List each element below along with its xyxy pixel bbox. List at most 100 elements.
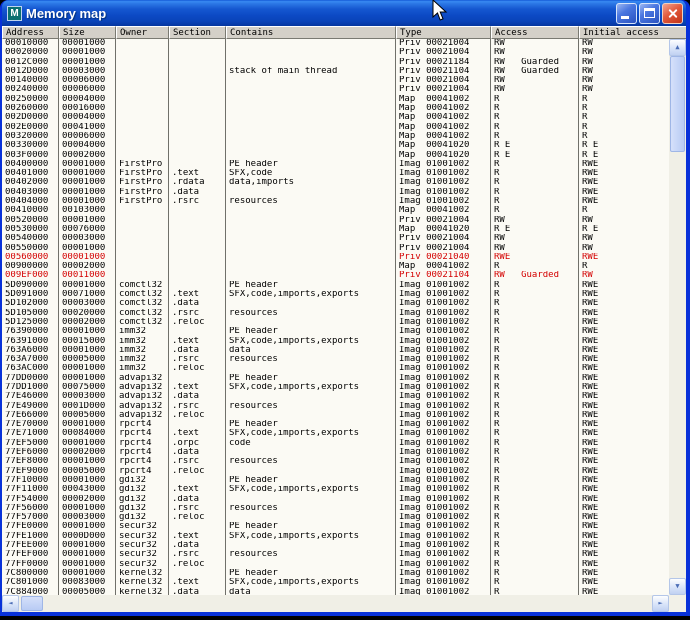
horizontal-scroll-thumb[interactable]	[21, 596, 43, 611]
table-row[interactable]: 763A700000005000imm32.rsrcresourcesImag …	[2, 355, 669, 364]
vertical-scrollbar[interactable]: ▲ ▼	[669, 39, 686, 595]
table-row[interactable]: 0032000000006000Map 00041002RR	[2, 132, 669, 141]
horizontal-scrollbar[interactable]: ◄ ►	[2, 595, 669, 612]
table-row[interactable]: 009EF00000011000Priv 00021104RW GuardedR…	[2, 271, 669, 280]
minimize-button[interactable]	[616, 3, 637, 24]
scroll-right-icon[interactable]: ►	[652, 595, 669, 612]
cell-initial: R E	[579, 151, 669, 160]
table-row[interactable]: 77FEF00000001000secur32.rsrcresourcesIma…	[2, 550, 669, 559]
table-row[interactable]: 7639100000015000imm32.textSFX,code,impor…	[2, 337, 669, 346]
column-header-initial[interactable]: Initial access	[579, 26, 686, 39]
table-row[interactable]: 77FE10000000D000secur32.textSFX,code,imp…	[2, 532, 669, 541]
table-row[interactable]: 77EF900000005000rpcrt4.relocImag 0100100…	[2, 467, 669, 476]
cell-section	[169, 216, 226, 225]
table-row[interactable]: 77E7000000001000rpcrt4PE headerImag 0100…	[2, 420, 669, 429]
cell-owner	[116, 58, 169, 67]
table-row[interactable]: 0053000000076000Map 00041020R ER E	[2, 225, 669, 234]
table-row[interactable]: 0002000000001000Priv 00021004RWRW	[2, 48, 669, 57]
table-row[interactable]: 003F000000002000Map 00041020R ER E	[2, 151, 669, 160]
title-bar[interactable]: M Memory map	[2, 0, 686, 26]
table-row[interactable]: 77EF800000001000rpcrt4.rsrcresourcesImag…	[2, 457, 669, 466]
table-row[interactable]: 77F5700000003000gdi32.relocImag 01001002…	[2, 513, 669, 522]
column-header-access[interactable]: Access	[491, 26, 579, 39]
table-row[interactable]: 77E490000001D000advapi32.rsrcresourcesIm…	[2, 402, 669, 411]
cell-size: 00041000	[59, 123, 116, 132]
table-row[interactable]: 763A600000001000imm32.datadataImag 01001…	[2, 346, 669, 355]
table-row[interactable]: 0026000000016000Map 00041002RR	[2, 104, 669, 113]
table-row[interactable]: 0025000000004000Map 00041002RR	[2, 95, 669, 104]
table-row[interactable]: 7C80100000083000kernel32.textSFX,code,im…	[2, 578, 669, 587]
table-row[interactable]: 77E4600000003000advapi32.dataImag 010010…	[2, 392, 669, 401]
maximize-button[interactable]	[639, 3, 660, 24]
table-row[interactable]: 7C80000000001000kernel32PE headerImag 01…	[2, 569, 669, 578]
table-row[interactable]: 0014000000006000Priv 00021004RWRW	[2, 76, 669, 85]
cell-type: Map 00041002	[396, 262, 491, 271]
cell-address: 77E49000	[2, 402, 59, 411]
scroll-left-icon[interactable]: ◄	[2, 595, 19, 612]
table-row[interactable]: 0041000000103000Map 00041002RR	[2, 206, 669, 215]
table-row[interactable]: 0055000000001000Priv 00021004RWRW	[2, 244, 669, 253]
table-row[interactable]: 763AC00000001000imm32.relocImag 01001002…	[2, 364, 669, 373]
table-row[interactable]: 77EF600000002000rpcrt4.dataImag 01001002…	[2, 448, 669, 457]
table-row[interactable]: 5D10200000003000comctl32.dataImag 010010…	[2, 299, 669, 308]
table-row[interactable]: 77E7100000084000rpcrt4.textSFX,code,impo…	[2, 429, 669, 438]
table-row[interactable]: 0040200000001000FirstPro.rdatadata,impor…	[2, 178, 669, 187]
column-header-address[interactable]: Address	[2, 26, 59, 39]
cell-access: R	[491, 178, 579, 187]
vertical-scroll-track[interactable]	[669, 56, 686, 578]
table-row[interactable]: 77FE000000001000secur32PE headerImag 010…	[2, 522, 669, 531]
close-button[interactable]	[662, 3, 683, 24]
cell-address: 5D125000	[2, 318, 59, 327]
cell-contains: stack of main thread	[226, 67, 396, 76]
cell-size: 00001000	[59, 244, 116, 253]
table-row[interactable]: 0040000000001000FirstProPE headerImag 01…	[2, 160, 669, 169]
scroll-up-icon[interactable]: ▲	[669, 39, 686, 56]
table-row[interactable]: 7639000000001000imm32PE headerImag 01001…	[2, 327, 669, 336]
table-row[interactable]: 0012D00000003000stack of main threadPriv…	[2, 67, 669, 76]
table-row[interactable]: 002D000000004000Map 00041002RR	[2, 113, 669, 122]
column-header-section[interactable]: Section	[169, 26, 226, 39]
cell-initial: R E	[579, 141, 669, 150]
table-row[interactable]: 77DD100000075000advapi32.textSFX,code,im…	[2, 383, 669, 392]
table-row[interactable]: 0040300000001000FirstPro.dataImag 010010…	[2, 188, 669, 197]
cell-section	[169, 132, 226, 141]
column-header-owner[interactable]: Owner	[116, 26, 169, 39]
cell-type: Imag 01001002	[396, 569, 491, 578]
vertical-scroll-thumb[interactable]	[670, 56, 685, 152]
table-row[interactable]: 5D12500000002000comctl32.relocImag 01001…	[2, 318, 669, 327]
table-row[interactable]: 002E000000041000Map 00041002RR	[2, 123, 669, 132]
table-row[interactable]: 77DD000000001000advapi32PE headerImag 01…	[2, 374, 669, 383]
cell-size: 00004000	[59, 113, 116, 122]
table-row[interactable]: 5D10500000020000comctl32.rsrcresourcesIm…	[2, 309, 669, 318]
table-row[interactable]: 77FF000000001000secur32.relocImag 010010…	[2, 560, 669, 569]
table-row[interactable]: 77F1000000001000gdi32PE headerImag 01001…	[2, 476, 669, 485]
table-row[interactable]: 0090000000002000Map 00041002RR	[2, 262, 669, 271]
cell-type: Imag 01001002	[396, 476, 491, 485]
column-header-contains[interactable]: Contains	[226, 26, 396, 39]
table-row[interactable]: 0054000000003000Priv 00021004RWRW	[2, 234, 669, 243]
table-row[interactable]: 77F1100000043000gdi32.textSFX,code,impor…	[2, 485, 669, 494]
table-row[interactable]: 77FEE00000001000secur32.dataImag 0100100…	[2, 541, 669, 550]
table-row[interactable]: 0056000000001000Priv 00021040RWERWE	[2, 253, 669, 262]
table-row[interactable]: 77F5400000002000gdi32.dataImag 01001002R…	[2, 495, 669, 504]
table-row[interactable]: 0040100000001000FirstPro.textSFX,codeIma…	[2, 169, 669, 178]
table-row[interactable]: 0040400000001000FirstPro.rsrcresourcesIm…	[2, 197, 669, 206]
cell-access: RWE	[491, 253, 579, 262]
table-row[interactable]: 77EF500000001000rpcrt4.orpccodeImag 0100…	[2, 439, 669, 448]
cell-access: RW	[491, 216, 579, 225]
table-row[interactable]: 0033000000004000Map 00041020R ER E	[2, 141, 669, 150]
table-row[interactable]: 5D09100000071000comctl32.textSFX,code,im…	[2, 290, 669, 299]
table-row[interactable]: 5D09000000001000comctl32PE headerImag 01…	[2, 281, 669, 290]
cell-type: Priv 00021184	[396, 58, 491, 67]
table-row[interactable]: 77E6600000005000advapi32.relocImag 01001…	[2, 411, 669, 420]
table-row[interactable]: 0024000000006000Priv 00021004RWRW	[2, 85, 669, 94]
table-row[interactable]: 0001000000001000Priv 00021004RWRW	[2, 39, 669, 48]
scroll-down-icon[interactable]: ▼	[669, 578, 686, 595]
table-row[interactable]: 0012C00000001000Priv 00021184RW GuardedR…	[2, 58, 669, 67]
column-header-type[interactable]: Type	[396, 26, 491, 39]
table-row[interactable]: 0052000000001000Priv 00021004RWRW	[2, 216, 669, 225]
table-row[interactable]: 7C88400000005000kernel32.datadataImag 01…	[2, 588, 669, 595]
table-row[interactable]: 77F5600000001000gdi32.rsrcresourcesImag …	[2, 504, 669, 513]
column-header-size[interactable]: Size	[59, 26, 116, 39]
horizontal-scroll-track[interactable]	[19, 595, 652, 612]
